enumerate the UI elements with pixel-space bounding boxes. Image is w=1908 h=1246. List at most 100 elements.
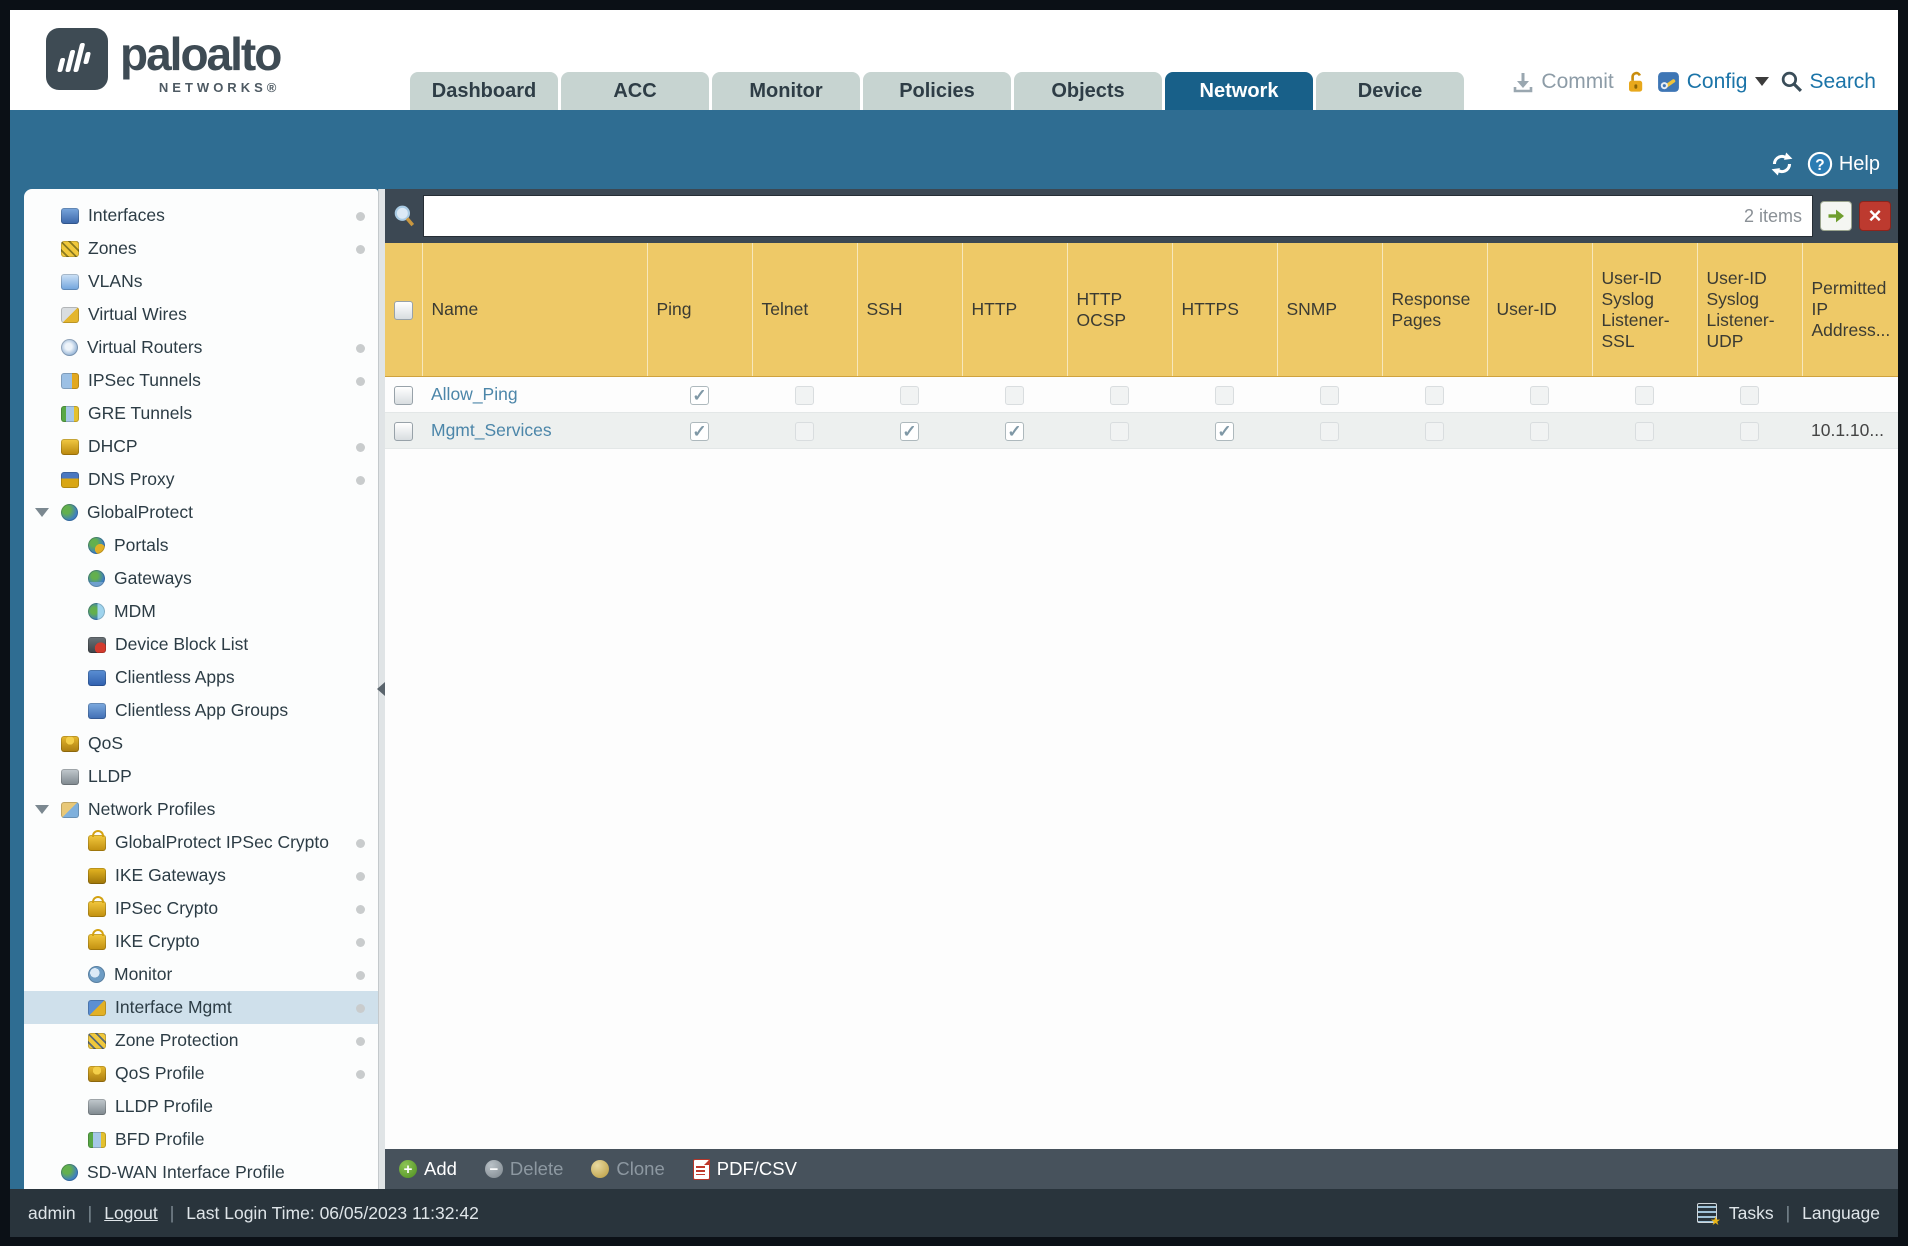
sidebar-item-globalprotect-ipsec-crypto[interactable]: GlobalProtect IPSec Crypto [24, 826, 378, 859]
column-header-ssh[interactable]: SSH [857, 243, 963, 377]
telnet-checkbox[interactable] [795, 385, 814, 405]
http-ocsp-checkbox[interactable] [1110, 421, 1129, 441]
sidebar-item-ipsec-crypto[interactable]: IPSec Crypto [24, 892, 378, 925]
profile-name-link[interactable]: Allow_Ping [431, 384, 518, 404]
column-header-http-ocsp[interactable]: HTTP OCSP [1067, 243, 1173, 377]
sidebar-item-sd-wan-interface-profile[interactable]: SD-WAN Interface Profile [24, 1156, 378, 1189]
unlocked-padlock-icon[interactable] [1623, 70, 1647, 94]
sidebar-item-ike-crypto[interactable]: IKE Crypto [24, 925, 378, 958]
column-header-user-id-syslog-listener-udp[interactable]: User-ID Syslog Listener-UDP [1697, 243, 1803, 377]
filter-input-field[interactable]: 2 items [423, 195, 1813, 237]
ping-checkbox[interactable]: ✓ [690, 421, 709, 441]
ssh-checkbox[interactable] [900, 385, 919, 405]
tab-dashboard[interactable]: Dashboard [410, 72, 558, 110]
http-checkbox[interactable]: ✓ [1005, 421, 1024, 441]
clear-filter-button[interactable]: × [1859, 201, 1891, 231]
sidebar-item-ike-gateways[interactable]: IKE Gateways [24, 859, 378, 892]
sidebar-item-ipsec-tunnels[interactable]: IPSec Tunnels [24, 364, 378, 397]
sidebar-item-vlans[interactable]: VLANs [24, 265, 378, 298]
tab-monitor[interactable]: Monitor [712, 72, 860, 110]
snmp-checkbox[interactable] [1320, 385, 1339, 405]
collapse-sidebar-icon[interactable] [377, 682, 385, 696]
column-header-response-pages[interactable]: Response Pages [1382, 243, 1488, 377]
sidebar-item-dhcp[interactable]: DHCP [24, 430, 378, 463]
sidebar-item-gre-tunnels[interactable]: GRE Tunnels [24, 397, 378, 430]
column-header-user-id[interactable]: User-ID [1487, 243, 1593, 377]
column-header-telnet[interactable]: Telnet [752, 243, 858, 377]
tab-acc[interactable]: ACC [561, 72, 709, 110]
sidebar-item-clientless-apps[interactable]: Clientless Apps [24, 661, 378, 694]
profile-name-link[interactable]: Mgmt_Services [431, 420, 552, 440]
row-select-checkbox[interactable] [394, 385, 413, 405]
response-pages-checkbox[interactable] [1425, 385, 1444, 405]
tab-device[interactable]: Device [1316, 72, 1464, 110]
user-id-syslog-listener-udp-checkbox[interactable] [1740, 385, 1759, 405]
http-checkbox[interactable] [1005, 385, 1024, 405]
sidebar-item-qos-profile[interactable]: QoS Profile [24, 1057, 378, 1090]
column-header-https[interactable]: HTTPS [1172, 243, 1278, 377]
language-link[interactable]: Language [1802, 1203, 1880, 1224]
sidebar-item-dns-proxy[interactable]: DNS Proxy [24, 463, 378, 496]
expand-caret-icon[interactable] [35, 508, 49, 517]
expand-caret-icon[interactable] [35, 805, 49, 814]
column-header-permitted-ip[interactable]: Permitted IP Address... [1802, 243, 1898, 377]
filter-input[interactable] [434, 204, 1744, 228]
https-checkbox[interactable] [1215, 385, 1234, 405]
tab-objects[interactable]: Objects [1014, 72, 1162, 110]
telnet-checkbox[interactable] [795, 421, 814, 441]
tab-policies[interactable]: Policies [863, 72, 1011, 110]
ssh-checkbox[interactable]: ✓ [900, 421, 919, 441]
https-checkbox[interactable]: ✓ [1215, 421, 1234, 441]
sidebar-item-clientless-app-groups[interactable]: Clientless App Groups [24, 694, 378, 727]
sidebar-item-qos[interactable]: QoS [24, 727, 378, 760]
sidebar-item-virtual-wires[interactable]: Virtual Wires [24, 298, 378, 331]
pdf-csv-button[interactable]: PDF/CSV [692, 1158, 797, 1180]
tab-network[interactable]: Network [1165, 72, 1313, 110]
column-header-user-id-syslog-listener-ssl[interactable]: User-ID Syslog Listener-SSL [1592, 243, 1698, 377]
user-id-checkbox[interactable] [1530, 421, 1549, 441]
sidebar-item-mdm[interactable]: MDM [24, 595, 378, 628]
column-header-snmp[interactable]: SNMP [1277, 243, 1383, 377]
search-button[interactable]: Search [1780, 70, 1876, 94]
sidebar-splitter[interactable] [377, 189, 385, 1189]
sidebar-item-globalprotect[interactable]: GlobalProtect [24, 496, 378, 529]
sidebar-item-bfd-profile[interactable]: BFD Profile [24, 1123, 378, 1156]
column-header-ping[interactable]: Ping [647, 243, 753, 377]
snmp-checkbox[interactable] [1320, 421, 1339, 441]
tasks-icon[interactable] [1696, 1203, 1721, 1228]
apply-filter-button[interactable] [1820, 201, 1852, 231]
sidebar-item-zones[interactable]: Zones [24, 232, 378, 265]
user-id-syslog-listener-udp-checkbox[interactable] [1740, 421, 1759, 441]
user-id-checkbox[interactable] [1530, 385, 1549, 405]
config-button[interactable]: Config [1656, 69, 1772, 94]
sidebar-item-interface-mgmt[interactable]: Interface Mgmt [24, 991, 378, 1024]
sidebar-item-zone-protection[interactable]: Zone Protection [24, 1024, 378, 1057]
sidebar-item-monitor[interactable]: Monitor [24, 958, 378, 991]
sidebar-item-label: Zones [88, 238, 137, 258]
commit-button[interactable]: Commit [1511, 70, 1614, 94]
ping-checkbox[interactable]: ✓ [690, 385, 709, 405]
help-button[interactable]: ? Help [1807, 151, 1880, 177]
sidebar-item-device-block-list[interactable]: Device Block List [24, 628, 378, 661]
user-id-syslog-listener-ssl-checkbox[interactable] [1635, 421, 1654, 441]
add-button[interactable]: + Add [399, 1158, 457, 1180]
sidebar-item-virtual-routers[interactable]: Virtual Routers [24, 331, 378, 364]
sidebar-item-interfaces[interactable]: Interfaces [24, 199, 378, 232]
refresh-icon[interactable] [1769, 151, 1795, 177]
response-pages-checkbox[interactable] [1425, 421, 1444, 441]
column-header-http[interactable]: HTTP [962, 243, 1068, 377]
sidebar-item-lldp[interactable]: LLDP [24, 760, 378, 793]
http-ocsp-checkbox[interactable] [1110, 385, 1129, 405]
sidebar-item-lldp-profile[interactable]: LLDP Profile [24, 1090, 378, 1123]
filter-search-icon[interactable] [392, 204, 416, 228]
select-all-checkbox[interactable] [393, 300, 413, 320]
sidebar-item-gateways[interactable]: Gateways [24, 562, 378, 595]
row-select-checkbox[interactable] [394, 421, 413, 441]
sidebar-item-portals[interactable]: Portals [24, 529, 378, 562]
clone-icon [591, 1160, 610, 1178]
logout-link[interactable]: Logout [104, 1203, 158, 1224]
column-header-name[interactable]: Name [422, 243, 648, 377]
user-id-syslog-listener-ssl-checkbox[interactable] [1635, 385, 1654, 405]
sidebar-item-network-profiles[interactable]: Network Profiles [24, 793, 378, 826]
tasks-link[interactable]: Tasks [1729, 1203, 1774, 1224]
